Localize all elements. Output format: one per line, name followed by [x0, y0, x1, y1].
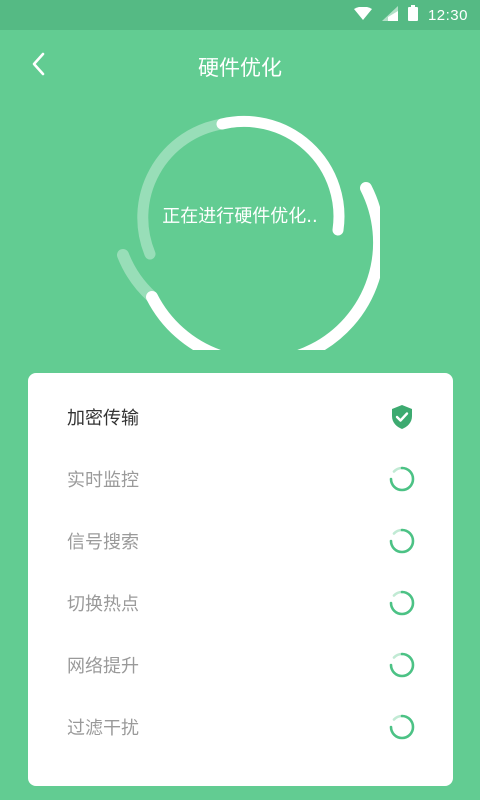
task-row: 信号搜索 [28, 510, 453, 572]
status-time: 12:30 [427, 6, 468, 24]
task-label: 加密传输 [67, 408, 139, 429]
task-row: 网络提升 [28, 634, 453, 696]
task-label: 切换热点 [67, 594, 139, 615]
loading-spinner-icon [388, 465, 416, 493]
loading-spinner-icon [388, 651, 416, 679]
loading-spinner-icon [388, 589, 416, 617]
task-list-card: 加密传输 实时监控 信号搜索 切换热点 网络提升 过滤干扰 [28, 373, 453, 786]
task-row: 实时监控 [28, 448, 453, 510]
status-bar: 12:30 [0, 0, 480, 30]
app-bar: 硬件优化 [0, 30, 480, 102]
task-label: 信号搜索 [67, 532, 139, 553]
task-row: 切换热点 [28, 572, 453, 634]
wifi-icon [353, 6, 372, 25]
task-row: 加密传输 [28, 386, 453, 448]
task-label: 网络提升 [67, 656, 139, 677]
page-title: 硬件优化 [198, 56, 282, 80]
loading-spinner-icon [388, 713, 416, 741]
task-label: 过滤干扰 [67, 718, 139, 739]
task-label: 实时监控 [67, 470, 139, 491]
battery-icon [407, 5, 418, 25]
task-row: 过滤干扰 [28, 696, 453, 758]
progress-status-text: 正在进行硬件优化.. [162, 206, 318, 227]
cellular-signal-icon [381, 5, 398, 25]
loading-spinner-icon [388, 527, 416, 555]
optimization-progress-ring: 正在进行硬件优化.. [100, 105, 386, 369]
shield-check-icon [388, 403, 416, 431]
